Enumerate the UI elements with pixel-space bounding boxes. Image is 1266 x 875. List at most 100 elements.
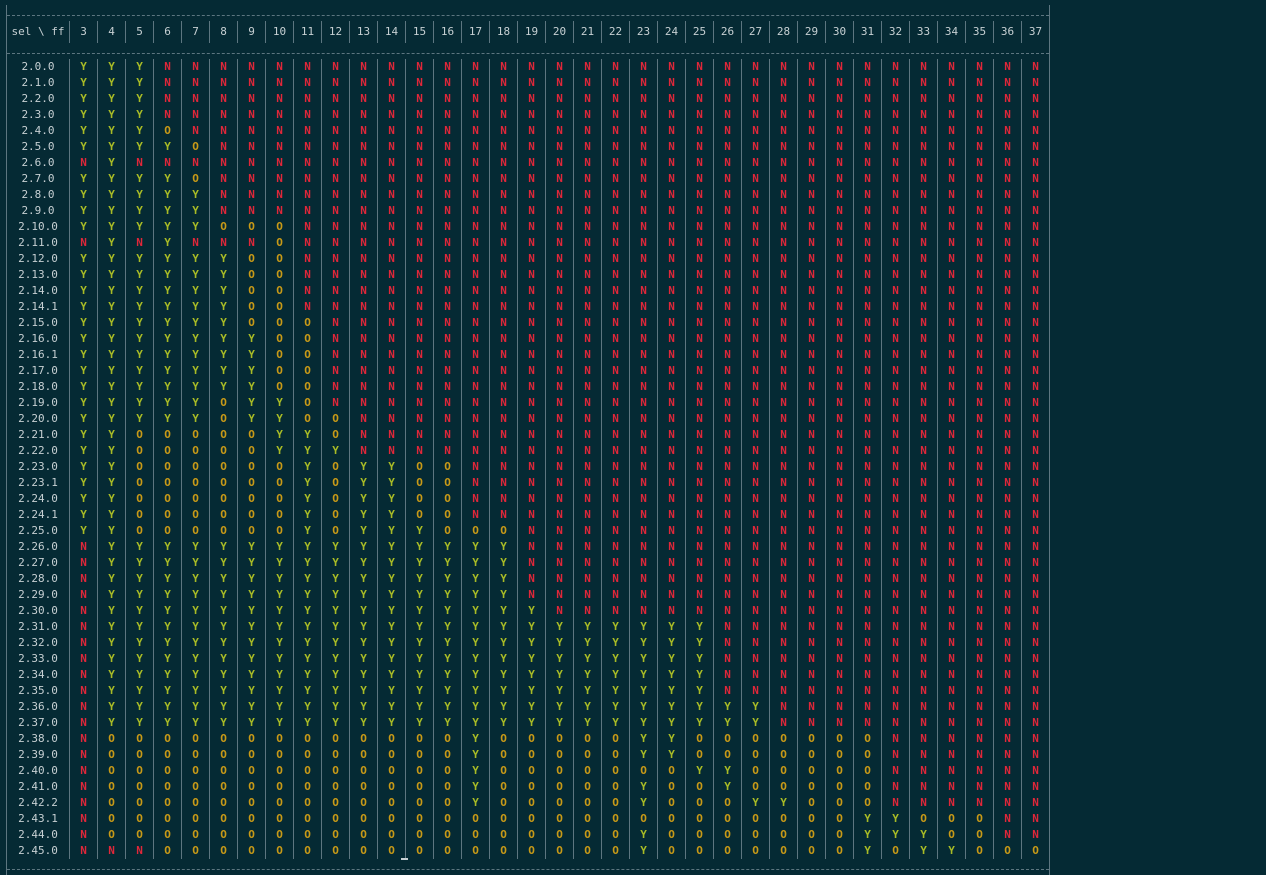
- matrix-cell: N: [741, 603, 770, 619]
- matrix-cell: N: [657, 91, 686, 107]
- table-row: 2.22.0 Y Y O O O O O Y Y Y N N N N N N N N N N N N N N N N N N N N N N N N…: [6, 443, 1050, 459]
- matrix-cell: O: [741, 827, 770, 843]
- matrix-cell: Y: [97, 539, 126, 555]
- table-row: 2.29.0 N Y Y Y Y Y Y Y Y Y Y Y Y Y Y Y N N N N N N N N N N N N N N N N N N…: [6, 587, 1050, 603]
- matrix-cell: N: [69, 795, 98, 811]
- matrix-cell: N: [993, 763, 1022, 779]
- matrix-cell: O: [153, 795, 182, 811]
- matrix-cell: N: [517, 315, 546, 331]
- matrix-cell: Y: [237, 539, 266, 555]
- table-row: 2.14.1 Y Y Y Y Y Y O O N N N N N N N N N N N N N N N N N N N N N N N N N N…: [6, 299, 1050, 315]
- table-row: 2.23.1 Y Y O O O O O O Y O Y Y O O N N N N N N N N N N N N N N N N N N N N…: [6, 475, 1050, 491]
- matrix-cell: Y: [69, 59, 98, 75]
- matrix-cell: N: [181, 123, 210, 139]
- table-row: 2.24.1 Y Y O O O O O O Y O Y Y O O N N N N N N N N N N N N N N N N N N N N…: [6, 507, 1050, 523]
- matrix-cell: N: [881, 187, 910, 203]
- column-header: 12: [321, 21, 350, 43]
- matrix-cell: N: [349, 347, 378, 363]
- matrix-cell: Y: [97, 507, 126, 523]
- matrix-cell: Y: [181, 587, 210, 603]
- matrix-cell: N: [769, 603, 798, 619]
- matrix-cell: N: [769, 187, 798, 203]
- matrix-cell: N: [769, 443, 798, 459]
- column-header: 20: [545, 21, 574, 43]
- matrix-cell: Y: [265, 619, 294, 635]
- matrix-cell: N: [657, 299, 686, 315]
- matrix-cell: O: [237, 507, 266, 523]
- matrix-cell: N: [601, 411, 630, 427]
- matrix-cell: Y: [545, 715, 574, 731]
- matrix-cell: N: [377, 347, 406, 363]
- matrix-cell: N: [545, 59, 574, 75]
- matrix-cell: O: [237, 827, 266, 843]
- matrix-cell: Y: [461, 651, 490, 667]
- matrix-cell: N: [993, 555, 1022, 571]
- matrix-cell: N: [153, 91, 182, 107]
- column-header: 24: [657, 21, 686, 43]
- matrix-cell: N: [853, 667, 882, 683]
- matrix-cell: Y: [181, 299, 210, 315]
- matrix-cell: N: [377, 235, 406, 251]
- matrix-cell: N: [405, 155, 434, 171]
- matrix-cell: N: [265, 75, 294, 91]
- matrix-cell: N: [965, 315, 994, 331]
- matrix-cell: N: [713, 459, 742, 475]
- matrix-cell: N: [769, 123, 798, 139]
- row-label: 2.9.0: [6, 203, 70, 219]
- matrix-cell: O: [209, 491, 238, 507]
- matrix-cell: N: [265, 123, 294, 139]
- row-label: 2.1.0: [6, 75, 70, 91]
- matrix-cell: N: [517, 507, 546, 523]
- matrix-cell: Y: [69, 491, 98, 507]
- matrix-cell: Y: [293, 475, 322, 491]
- matrix-cell: N: [545, 171, 574, 187]
- matrix-cell: Y: [573, 699, 602, 715]
- matrix-cell: N: [629, 155, 658, 171]
- matrix-cell: N: [993, 203, 1022, 219]
- bottom-border: [6, 859, 1050, 875]
- matrix-cell: N: [405, 427, 434, 443]
- matrix-cell: N: [797, 507, 826, 523]
- matrix-cell: N: [293, 155, 322, 171]
- matrix-cell: N: [321, 203, 350, 219]
- matrix-cell: N: [881, 379, 910, 395]
- matrix-cell: N: [909, 619, 938, 635]
- matrix-cell: N: [657, 251, 686, 267]
- matrix-cell: O: [489, 843, 518, 859]
- matrix-cell: N: [769, 507, 798, 523]
- matrix-cell: N: [797, 603, 826, 619]
- matrix-cell: N: [965, 747, 994, 763]
- matrix-cell: Y: [489, 699, 518, 715]
- matrix-cell: N: [489, 75, 518, 91]
- matrix-cell: N: [545, 555, 574, 571]
- matrix-cell: N: [657, 539, 686, 555]
- matrix-cell: N: [825, 555, 854, 571]
- matrix-cell: N: [769, 331, 798, 347]
- matrix-cell: Y: [181, 283, 210, 299]
- matrix-cell: N: [489, 107, 518, 123]
- matrix-cell: N: [909, 507, 938, 523]
- matrix-cell: O: [489, 827, 518, 843]
- matrix-cell: N: [965, 91, 994, 107]
- matrix-cell: Y: [293, 443, 322, 459]
- table-row: 2.43.1 N O O O O O O O O O O O O O O O O O O O O O O O O O O O Y Y O O O N…: [6, 811, 1050, 827]
- matrix-cell: Y: [181, 363, 210, 379]
- matrix-cell: N: [517, 459, 546, 475]
- matrix-cell: N: [377, 203, 406, 219]
- matrix-cell: N: [881, 539, 910, 555]
- matrix-cell: Y: [97, 619, 126, 635]
- matrix-cell: Y: [629, 827, 658, 843]
- matrix-cell: Y: [405, 555, 434, 571]
- matrix-cell: N: [685, 315, 714, 331]
- matrix-cell: N: [881, 699, 910, 715]
- matrix-cell: N: [69, 619, 98, 635]
- matrix-cell: N: [517, 299, 546, 315]
- matrix-cell: N: [405, 107, 434, 123]
- matrix-cell: Y: [741, 715, 770, 731]
- matrix-cell: N: [937, 203, 966, 219]
- matrix-cell: N: [321, 59, 350, 75]
- matrix-cell: N: [825, 411, 854, 427]
- matrix-cell: Y: [125, 171, 154, 187]
- matrix-cell: O: [97, 827, 126, 843]
- matrix-cell: O: [1021, 843, 1050, 859]
